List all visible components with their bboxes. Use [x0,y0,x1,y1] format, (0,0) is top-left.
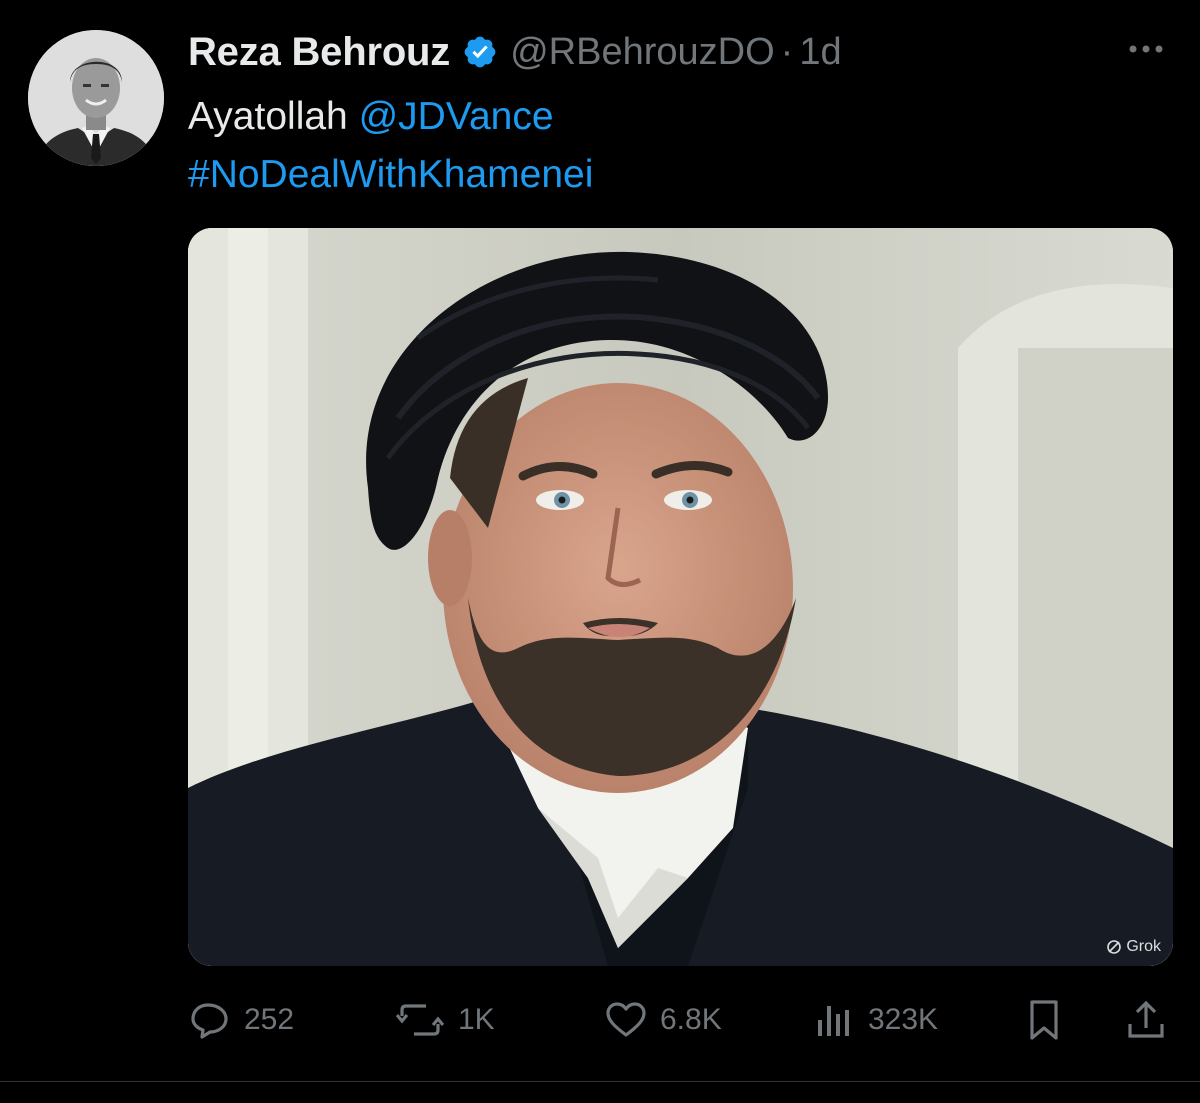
reply-icon [188,1000,232,1040]
repost-icon [394,1000,446,1040]
reply-button[interactable]: 252 [188,998,294,1042]
reply-count: 252 [244,1003,295,1036]
verified-badge-icon [462,34,498,70]
hashtag-link[interactable]: #NoDealWithKhamenei [188,146,593,204]
like-count: 6.8K [660,1003,722,1036]
author-handle[interactable]: @RBehrouzDO [510,31,775,74]
tweet-media-image[interactable]: Grok [188,228,1173,966]
share-icon [1124,998,1168,1042]
grok-watermark: Grok [1106,938,1161,956]
author-avatar[interactable] [28,30,164,166]
avatar-photo [28,30,164,166]
bookmark-icon [1024,998,1064,1042]
repost-count: 1K [458,1003,495,1036]
more-options-icon[interactable] [1120,34,1172,64]
like-button[interactable]: 6.8K [604,998,722,1042]
analytics-bar-icon [812,1000,856,1040]
mention-link[interactable]: @JDVance [359,95,554,138]
tweet-header: Reza Behrouz @RBehrouzDO · 1d [188,26,842,78]
tweet-divider [0,1081,1200,1082]
grok-logo-icon [1106,939,1122,955]
post-timestamp[interactable]: 1d [799,31,841,74]
heart-icon [604,1000,648,1040]
tweet-text: Ayatollah @JDVance #NoDealWithKhamenei [188,88,593,204]
tweet[interactable]: Reza Behrouz @RBehrouzDO · 1d Ayatollah … [0,0,1200,1103]
tweet-text-line-1: Ayatollah @JDVance [188,88,593,146]
tweet-actions-bar: 252 1K 6.8K 323K [0,998,1200,1042]
share-button[interactable] [1124,998,1168,1042]
bookmark-button[interactable] [1024,998,1064,1042]
repost-button[interactable]: 1K [394,998,495,1042]
views-button[interactable]: 323K [812,998,938,1042]
author-display-name[interactable]: Reza Behrouz [188,30,450,75]
tweet-text-prefix: Ayatollah [188,95,359,138]
grok-watermark-label: Grok [1126,938,1161,955]
media-photo [188,228,1173,966]
views-count: 323K [868,1003,939,1036]
separator-dot: · [780,30,794,73]
